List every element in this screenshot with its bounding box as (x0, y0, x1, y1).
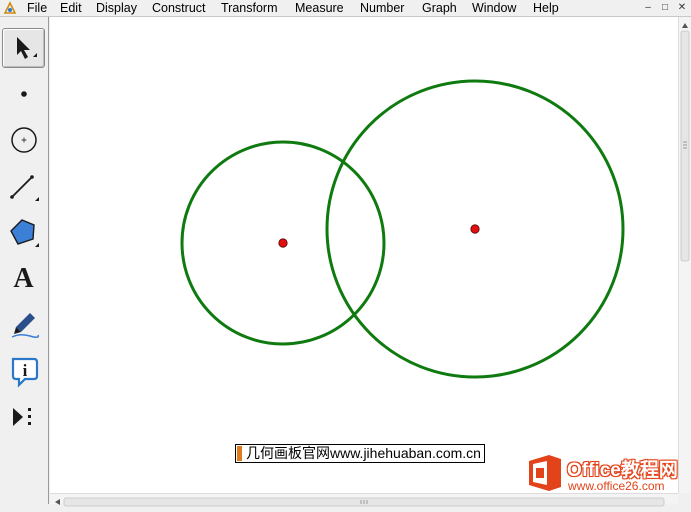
info-icon: i (11, 357, 38, 388)
menu-edit[interactable]: Edit (60, 1, 82, 15)
custom-tool[interactable] (2, 397, 45, 437)
watermark-title: Office教程网 (567, 460, 678, 481)
compass-tool[interactable] (2, 120, 45, 160)
menu-number[interactable]: Number (360, 1, 404, 15)
menu-file[interactable]: File (27, 1, 47, 15)
small-circle-center-point[interactable] (278, 238, 288, 248)
watermark-url: www.office26.com (568, 479, 665, 493)
menu-help[interactable]: Help (533, 1, 559, 15)
sketch-drawing (180, 79, 625, 379)
text-tool-icon: A (13, 263, 34, 294)
restore-button[interactable]: □ (658, 1, 672, 14)
app-icon[interactable] (3, 1, 17, 15)
office-logo-icon (529, 455, 561, 491)
close-button[interactable]: ✕ (675, 1, 689, 14)
minimize-button[interactable]: – (641, 1, 655, 14)
vertical-scrollbar-arrows (680, 23, 690, 262)
compass-circle-icon (10, 127, 37, 153)
sketch-canvas[interactable] (50, 17, 678, 493)
menu-window[interactable]: Window (472, 1, 516, 15)
marker-pen-icon (11, 313, 39, 339)
large-circle-center-point[interactable] (470, 224, 480, 234)
straightedge-tool[interactable] (2, 167, 45, 207)
menu-construct[interactable]: Construct (152, 1, 206, 15)
toolbox: A i (0, 17, 49, 504)
polygon-icon (9, 219, 39, 247)
arrow-tool[interactable] (2, 28, 45, 68)
menu-bar: File Edit Display Construct Transform Me… (0, 0, 691, 17)
caption-label[interactable]: 几何画板官网www.jihehuaban.com.cn (235, 444, 485, 463)
menu-display[interactable]: Display (96, 1, 137, 15)
select-arrow-icon (16, 37, 37, 59)
custom-tool-icon (12, 408, 31, 426)
text-tool[interactable]: A (2, 259, 45, 299)
marker-tool[interactable] (2, 305, 45, 345)
vertical-scrollbar[interactable] (678, 17, 691, 493)
point-icon (20, 91, 27, 97)
svg-text:i: i (22, 361, 27, 380)
polygon-tool[interactable] (2, 213, 45, 253)
horizontal-scrollbar-arrows (55, 497, 665, 507)
menu-transform[interactable]: Transform (221, 1, 278, 15)
menu-graph[interactable]: Graph (422, 1, 457, 15)
straightedge-icon (9, 175, 39, 201)
menu-measure[interactable]: Measure (295, 1, 344, 15)
point-tool[interactable] (2, 74, 45, 114)
office26-watermark: Office教程网 www.office26.com (527, 452, 691, 498)
information-tool[interactable]: i (2, 351, 45, 391)
